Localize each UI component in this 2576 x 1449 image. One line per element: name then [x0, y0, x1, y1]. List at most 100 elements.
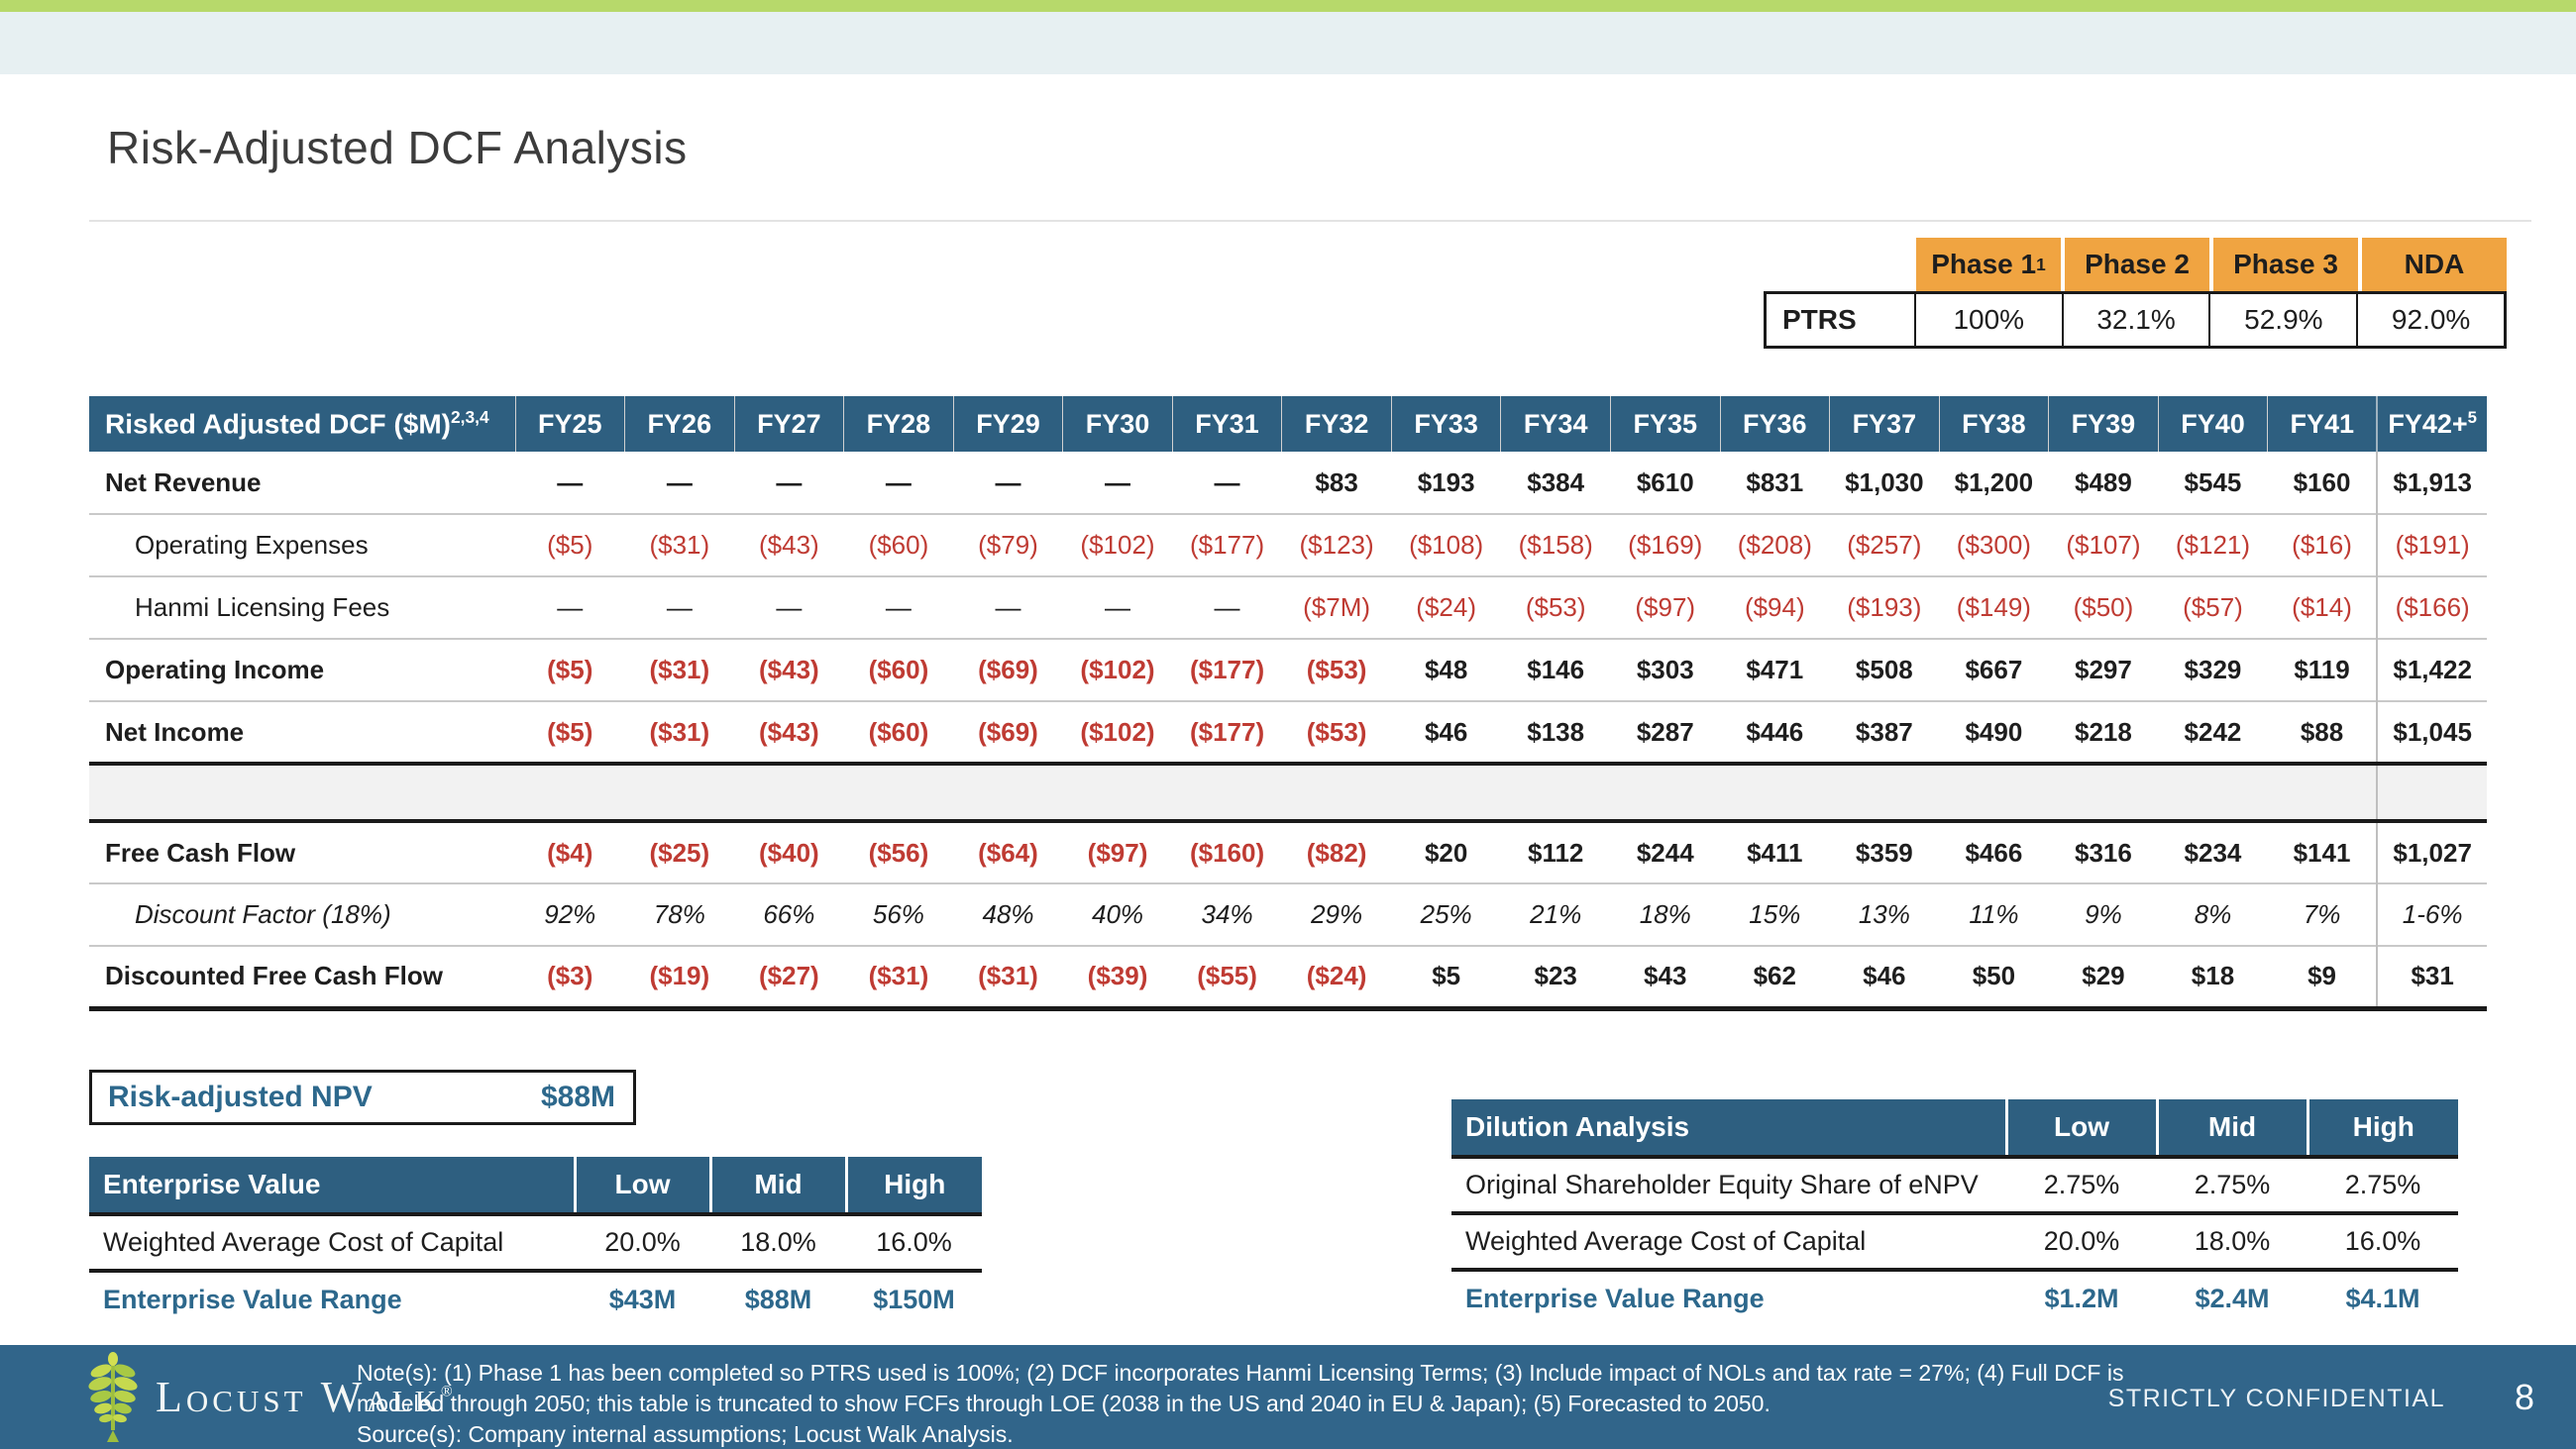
dcf-row-label: Free Cash Flow	[89, 821, 515, 883]
dcf-cell: ($107)	[2049, 514, 2159, 576]
dcf-cell: 48%	[953, 883, 1063, 946]
dcf-col-fy34: FY34	[1501, 396, 1611, 452]
dcf-col-fy26: FY26	[625, 396, 735, 452]
dcf-cell: ($108)	[1391, 514, 1501, 576]
dcf-cell: $667	[1939, 639, 2049, 701]
dcf-cell: 13%	[1830, 883, 1940, 946]
dcf-cell: 15%	[1720, 883, 1830, 946]
dcf-cell: $50	[1939, 946, 2049, 1008]
row-label: Enterprise Value Range	[89, 1271, 575, 1327]
dcf-cell: —	[953, 576, 1063, 639]
dcf-row-label: Net Income	[89, 701, 515, 764]
dcf-cell: ($191)	[2377, 514, 2487, 576]
dcf-cell: ($31)	[625, 514, 735, 576]
dcf-cell: $411	[1720, 821, 1830, 883]
dcf-cell: $329	[2158, 639, 2268, 701]
dcf-cell: ($208)	[1720, 514, 1830, 576]
dcf-cell	[953, 764, 1063, 821]
dcf-col-fy29: FY29	[953, 396, 1063, 452]
row-value: 2.75%	[2308, 1157, 2458, 1213]
row-label: Original Shareholder Equity Share of eNP…	[1451, 1157, 2006, 1213]
dcf-cell: ($24)	[1282, 946, 1392, 1008]
dcf-row-label: Net Revenue	[89, 452, 515, 514]
dcf-cell: $303	[1610, 639, 1720, 701]
dcf-cell: 1-6%	[2377, 883, 2487, 946]
dcf-cell: —	[1063, 576, 1173, 639]
ptrs-value-phase1: 100%	[1914, 294, 2062, 346]
dcf-col-fy38: FY38	[1939, 396, 2049, 452]
dcf-cell: $193	[1391, 452, 1501, 514]
dcf-cell: 29%	[1282, 883, 1392, 946]
dcf-cell: $83	[1282, 452, 1392, 514]
dcf-table-title: Risked Adjusted DCF ($M)2,3,4	[89, 396, 515, 452]
dcf-cell	[2268, 764, 2378, 821]
dcf-cell: ($31)	[625, 701, 735, 764]
dcf-cell	[515, 764, 625, 821]
ptrs-header-empty-cell	[1764, 238, 1912, 291]
dcf-cell: ($300)	[1939, 514, 2049, 576]
page-title: Risk-Adjusted DCF Analysis	[107, 121, 688, 174]
dcf-cell: 25%	[1391, 883, 1501, 946]
dcf-cell: ($160)	[1172, 821, 1282, 883]
dcf-col-fy42: FY42+5	[2377, 396, 2487, 452]
dcf-cell: ($60)	[844, 701, 954, 764]
dcf-row: Free Cash Flow($4)($25)($40)($56)($64)($…	[89, 821, 2487, 883]
dcf-cell: ($31)	[844, 946, 954, 1008]
dcf-cell: $831	[1720, 452, 1830, 514]
ptrs-value-nda: 92.0%	[2356, 294, 2504, 346]
dcf-cell: ($7M)	[1282, 576, 1392, 639]
dcf-cell: ($53)	[1282, 639, 1392, 701]
dcf-spacer-row	[89, 764, 2487, 821]
dcf-cell: ($60)	[844, 639, 954, 701]
dcf-cell: 11%	[1939, 883, 2049, 946]
dcf-cell	[2158, 764, 2268, 821]
table-col-mid: Mid	[2157, 1099, 2308, 1157]
confidential-label: STRICTLY CONFIDENTIAL	[2108, 1385, 2445, 1413]
dcf-cell: $287	[1610, 701, 1720, 764]
dcf-col-fy32: FY32	[1282, 396, 1392, 452]
dcf-cell: $1,027	[2377, 821, 2487, 883]
ptrs-col-label: NDA	[2405, 249, 2465, 280]
dcf-cell: —	[734, 452, 844, 514]
dcf-cell: —	[1063, 452, 1173, 514]
dcf-row: Net Revenue———————$83$193$384$610$831$1,…	[89, 452, 2487, 514]
row-value: $150M	[846, 1271, 982, 1327]
table-title: Dilution Analysis	[1451, 1099, 2006, 1157]
dilution-analysis-table: Dilution AnalysisLowMidHighOriginal Shar…	[1451, 1099, 2458, 1326]
ptrs-col-phase3: Phase 3	[2209, 238, 2358, 291]
dcf-cell	[1939, 764, 2049, 821]
table-col-high: High	[2308, 1099, 2458, 1157]
dcf-cell: ($16)	[2268, 514, 2378, 576]
dcf-cell: $43	[1610, 946, 1720, 1008]
dcf-cell: —	[953, 452, 1063, 514]
dcf-cell: ($43)	[734, 639, 844, 701]
dcf-cell: ($169)	[1610, 514, 1720, 576]
dcf-cell: $466	[1939, 821, 2049, 883]
dcf-cell: ($39)	[1063, 946, 1173, 1008]
dcf-table: Risked Adjusted DCF ($M)2,3,4FY25FY26FY2…	[89, 396, 2487, 1011]
dcf-cell: $18	[2158, 946, 2268, 1008]
ptrs-value-phase2: 32.1%	[2062, 294, 2209, 346]
ptrs-col-sup: 1	[2036, 255, 2046, 275]
dcf-cell	[1391, 764, 1501, 821]
dcf-cell: ($97)	[1610, 576, 1720, 639]
dcf-cell: 78%	[625, 883, 735, 946]
dcf-cell: $234	[2158, 821, 2268, 883]
dcf-cell: $242	[2158, 701, 2268, 764]
dcf-cell: ($102)	[1063, 701, 1173, 764]
title-divider	[89, 220, 2531, 222]
row-value: $88M	[710, 1271, 846, 1327]
dcf-cell: —	[1172, 452, 1282, 514]
dcf-cell: ($25)	[625, 821, 735, 883]
dcf-cell: $62	[1720, 946, 1830, 1008]
dcf-cell: $446	[1720, 701, 1830, 764]
dcf-cell: ($53)	[1282, 701, 1392, 764]
dcf-col-fy39: FY39	[2049, 396, 2159, 452]
dcf-col-fy27: FY27	[734, 396, 844, 452]
dcf-cell: ($55)	[1172, 946, 1282, 1008]
enterprise-value-table: Enterprise ValueLowMidHighWeighted Avera…	[89, 1157, 982, 1327]
dcf-cell: ($69)	[953, 639, 1063, 701]
dcf-cell: $138	[1501, 701, 1611, 764]
dcf-cell	[1172, 764, 1282, 821]
dcf-cell: ($19)	[625, 946, 735, 1008]
